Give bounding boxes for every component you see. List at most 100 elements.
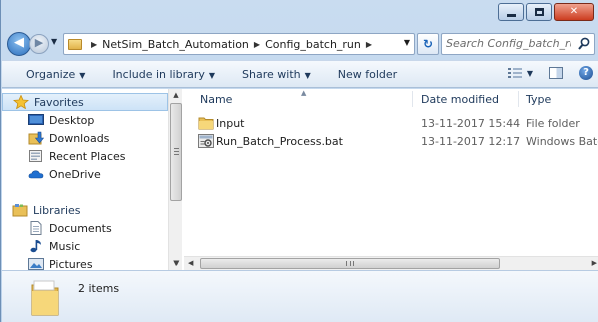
libraries-icon (12, 204, 28, 217)
sidebar-item-label: Music (49, 239, 81, 253)
grip-icon (346, 261, 354, 266)
sidebar-item-label: Pictures (49, 257, 93, 271)
pictures-icon (28, 258, 44, 270)
explorer-window: ✕ ◀ ▶ ▼ ▶ NetSim_Batch_Automation ▶ Conf… (0, 0, 598, 322)
address-row: ◀ ▶ ▼ ▶ NetSim_Batch_Automation ▶ Config… (7, 31, 595, 57)
caption-buttons: ✕ (496, 3, 594, 25)
grip-icon (174, 148, 179, 155)
share-with-button[interactable]: Share with ▼ (242, 68, 311, 81)
address-dropdown[interactable]: ▼ (404, 38, 410, 47)
back-arrow-icon: ◀ (14, 35, 24, 50)
maximize-icon (535, 8, 544, 16)
sidebar-item-label: Favorites (34, 95, 84, 109)
sidebar-item-libraries[interactable]: Libraries (2, 201, 168, 219)
minimize-button[interactable] (498, 3, 524, 21)
star-icon (13, 95, 29, 109)
recent-pages-dropdown[interactable]: ▼ (51, 37, 57, 46)
file-type: Windows Batch File (526, 135, 598, 148)
search-input[interactable] (446, 37, 571, 50)
documents-icon (30, 221, 42, 235)
organize-label: Organize (26, 67, 76, 81)
sidebar-item-music[interactable]: Music (2, 237, 168, 255)
close-icon: ✕ (569, 6, 579, 17)
sidebar-item-desktop[interactable]: Desktop (2, 111, 168, 129)
desktop-icon (28, 114, 44, 125)
column-header-type[interactable]: Type (526, 93, 551, 106)
folder-icon (198, 117, 214, 130)
details-pane: 2 items (2, 270, 598, 322)
change-view-icon[interactable] (507, 67, 523, 79)
sidebar-item-pictures[interactable]: Pictures (2, 255, 168, 270)
sort-ascending-icon: ▲ (301, 89, 307, 97)
column-divider[interactable] (412, 91, 413, 107)
navigation-pane: Favorites Desktop Downloads Recent Place… (2, 89, 182, 270)
chevron-down-icon: ▼ (304, 70, 311, 80)
sidebar-item-favorites[interactable]: Favorites (2, 93, 168, 111)
search-icon[interactable] (578, 37, 590, 51)
downloads-icon (28, 131, 44, 145)
file-list: ▲ Name Date modified Type Input 13-11-20… (184, 89, 598, 270)
view-options-dropdown[interactable]: ▼ (527, 69, 533, 78)
navigation-scrollbar[interactable]: ▲ ▼ (168, 89, 182, 270)
minimize-icon (507, 14, 516, 17)
command-bar: Organize ▼ Include in library ▼ Share with… (2, 60, 598, 88)
file-date-modified: 13-11-2017 12:17 (421, 135, 521, 148)
sidebar-item-documents[interactable]: Documents (2, 219, 168, 237)
recent-places-icon (29, 150, 42, 162)
scroll-right-arrow-icon[interactable]: ▶ (592, 259, 597, 267)
breadcrumb-item[interactable]: NetSim_Batch_Automation (102, 38, 249, 51)
main-content: Favorites Desktop Downloads Recent Place… (2, 89, 598, 270)
column-header-date[interactable]: Date modified (421, 93, 499, 106)
help-icon[interactable]: ? (579, 66, 593, 80)
refresh-icon: ↻ (422, 37, 434, 51)
maximize-button[interactable] (526, 3, 552, 21)
file-name: Run_Batch_Process.bat (216, 135, 343, 148)
organize-button[interactable]: Organize ▼ (26, 68, 85, 81)
sidebar-item-onedrive[interactable]: OneDrive (2, 165, 168, 183)
sidebar-item-label: OneDrive (49, 167, 101, 181)
cloud-icon (28, 170, 44, 179)
sidebar-item-label: Recent Places (49, 149, 126, 163)
preview-pane-icon[interactable] (549, 67, 563, 79)
batch-file-icon (198, 134, 214, 148)
column-header-name[interactable]: Name (200, 93, 232, 106)
refresh-button[interactable]: ↻ (417, 33, 439, 55)
forward-button[interactable]: ▶ (29, 34, 49, 54)
include-in-library-label: Include in library (112, 67, 205, 81)
address-bar[interactable]: ▶ NetSim_Batch_Automation ▶ Config_batch… (63, 33, 415, 55)
sidebar-item-label: Libraries (33, 203, 81, 217)
sidebar-item-label: Documents (49, 221, 112, 235)
breadcrumb-separator[interactable]: ▶ (91, 40, 97, 49)
toolbar-right: ▼ ? (507, 66, 593, 80)
folder-icon (31, 280, 59, 316)
sidebar-item-label: Downloads (49, 131, 110, 145)
close-button[interactable]: ✕ (554, 3, 594, 21)
search-box[interactable] (441, 33, 595, 55)
scroll-left-arrow-icon[interactable]: ◀ (188, 259, 193, 267)
table-row[interactable]: Run_Batch_Process.bat 13-11-2017 12:17 W… (184, 133, 598, 151)
file-list-horizontal-scrollbar[interactable]: ◀ ▶ (184, 256, 598, 270)
scroll-up-arrow-icon[interactable]: ▲ (169, 91, 183, 99)
table-row[interactable]: Input 13-11-2017 15:44 File folder (184, 115, 598, 133)
scroll-down-arrow-icon[interactable]: ▼ (174, 259, 179, 267)
scrollbar-thumb[interactable] (200, 258, 500, 269)
breadcrumb-separator[interactable]: ▶ (254, 40, 260, 49)
sidebar-item-downloads[interactable]: Downloads (2, 129, 168, 147)
forward-arrow-icon: ▶ (34, 36, 44, 49)
column-headers: ▲ Name Date modified Type (184, 89, 598, 111)
scrollbar-thumb[interactable] (170, 103, 182, 201)
file-type: File folder (526, 117, 580, 130)
music-icon (30, 240, 41, 253)
sidebar-item-label: Desktop (49, 113, 95, 127)
column-divider[interactable] (518, 91, 519, 107)
file-date-modified: 13-11-2017 15:44 (421, 117, 521, 130)
sidebar-item-recent-places[interactable]: Recent Places (2, 147, 168, 165)
back-button[interactable]: ◀ (7, 32, 31, 56)
include-in-library-button[interactable]: Include in library ▼ (112, 68, 215, 81)
item-count: 2 items (78, 282, 120, 295)
new-folder-button[interactable]: New folder (338, 68, 397, 81)
chevron-down-icon: ▼ (208, 70, 216, 80)
breadcrumb-item[interactable]: Config_batch_run (265, 38, 361, 51)
file-name: Input (216, 117, 245, 130)
breadcrumb-separator[interactable]: ▶ (366, 40, 372, 49)
